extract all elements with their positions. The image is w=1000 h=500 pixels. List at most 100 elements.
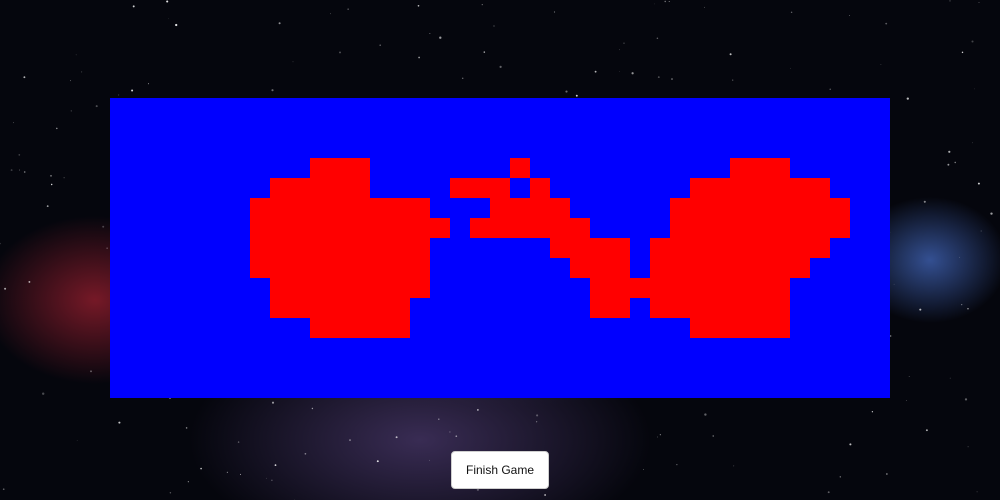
pixel-cell xyxy=(750,298,770,318)
pixel-cell xyxy=(750,258,770,278)
pixel-cell xyxy=(810,218,830,238)
star xyxy=(330,13,331,15)
pixel-cell xyxy=(510,198,530,218)
pixel-cell xyxy=(290,218,310,238)
pixel-cell xyxy=(410,258,430,278)
star xyxy=(974,88,976,90)
star xyxy=(976,491,978,493)
pixel-cell xyxy=(730,238,750,258)
star xyxy=(827,491,830,494)
star xyxy=(619,70,620,72)
star xyxy=(849,15,851,16)
pixel-cell xyxy=(530,198,550,218)
star xyxy=(885,22,888,25)
star xyxy=(50,175,52,177)
star xyxy=(311,407,314,410)
pixel-cell xyxy=(250,218,270,238)
star xyxy=(990,212,993,215)
pixel-cell xyxy=(370,318,390,338)
pixel-cell xyxy=(710,258,730,278)
star xyxy=(438,418,440,420)
game-board[interactable] xyxy=(110,98,890,398)
star xyxy=(292,61,294,63)
finish-game-button[interactable]: Finish Game xyxy=(451,451,549,489)
star xyxy=(376,460,379,463)
pixel-cell xyxy=(790,258,810,278)
pixel-cell xyxy=(650,238,670,258)
pixel-cell xyxy=(270,278,290,298)
pixel-cell xyxy=(690,218,710,238)
star xyxy=(886,473,888,475)
pixel-cell xyxy=(690,238,710,258)
pixel-cell xyxy=(350,178,370,198)
pixel-cell xyxy=(730,258,750,278)
star xyxy=(429,459,430,461)
pixel-cell xyxy=(530,178,550,198)
star xyxy=(106,247,108,249)
pixel-cell xyxy=(270,198,290,218)
star xyxy=(961,51,964,54)
star xyxy=(565,90,568,93)
star xyxy=(849,443,852,446)
pixel-cell xyxy=(690,258,710,278)
star xyxy=(949,377,951,379)
star xyxy=(536,421,538,423)
star xyxy=(477,409,479,411)
pixel-cell xyxy=(290,198,310,218)
pixel-cell xyxy=(330,238,350,258)
pixel-cell xyxy=(730,198,750,218)
star xyxy=(712,435,714,437)
pixel-cell xyxy=(750,198,770,218)
pixel-cell xyxy=(670,258,690,278)
pixel-cell xyxy=(390,198,410,218)
pixel-cell xyxy=(350,318,370,338)
star xyxy=(0,242,1,245)
pixel-cell xyxy=(310,218,330,238)
pixel-cell xyxy=(650,278,670,298)
pixel-cell xyxy=(790,238,810,258)
pixel-cell xyxy=(690,198,710,218)
pixel-cell xyxy=(690,278,710,298)
star xyxy=(704,413,707,416)
star xyxy=(102,225,105,228)
pixel-cell xyxy=(350,198,370,218)
pixel-cell xyxy=(390,278,410,298)
pixel-cell xyxy=(330,198,350,218)
pixel-cell xyxy=(270,298,290,318)
star xyxy=(972,142,973,144)
star xyxy=(880,64,882,65)
pixel-cell xyxy=(370,218,390,238)
star xyxy=(90,370,92,373)
pixel-cell xyxy=(410,218,430,238)
pixel-cell xyxy=(290,178,310,198)
pixel-cell xyxy=(450,178,470,198)
star xyxy=(978,2,980,3)
pixel-cell xyxy=(750,278,770,298)
star xyxy=(967,446,969,448)
star xyxy=(657,436,658,438)
star xyxy=(659,434,661,436)
star xyxy=(56,127,58,130)
pixel-cell xyxy=(770,298,790,318)
star xyxy=(729,53,732,56)
pixel-cell xyxy=(270,258,290,278)
star xyxy=(961,304,963,306)
pixel-cell xyxy=(630,278,650,298)
star xyxy=(18,154,21,156)
pixel-cell xyxy=(710,178,730,198)
pixel-cell xyxy=(750,238,770,258)
star xyxy=(619,49,620,51)
pixel-cell xyxy=(270,238,290,258)
star xyxy=(42,392,45,395)
pixel-cell xyxy=(590,298,610,318)
star xyxy=(271,89,274,92)
pixel-cell xyxy=(250,238,270,258)
pixel-cell xyxy=(310,198,330,218)
pixel-cell xyxy=(470,218,490,238)
pixel-cell xyxy=(490,218,510,238)
pixel-cell xyxy=(250,258,270,278)
pixel-cell xyxy=(670,238,690,258)
pixel-cell xyxy=(730,178,750,198)
pixel-cell xyxy=(770,278,790,298)
star xyxy=(75,54,77,56)
